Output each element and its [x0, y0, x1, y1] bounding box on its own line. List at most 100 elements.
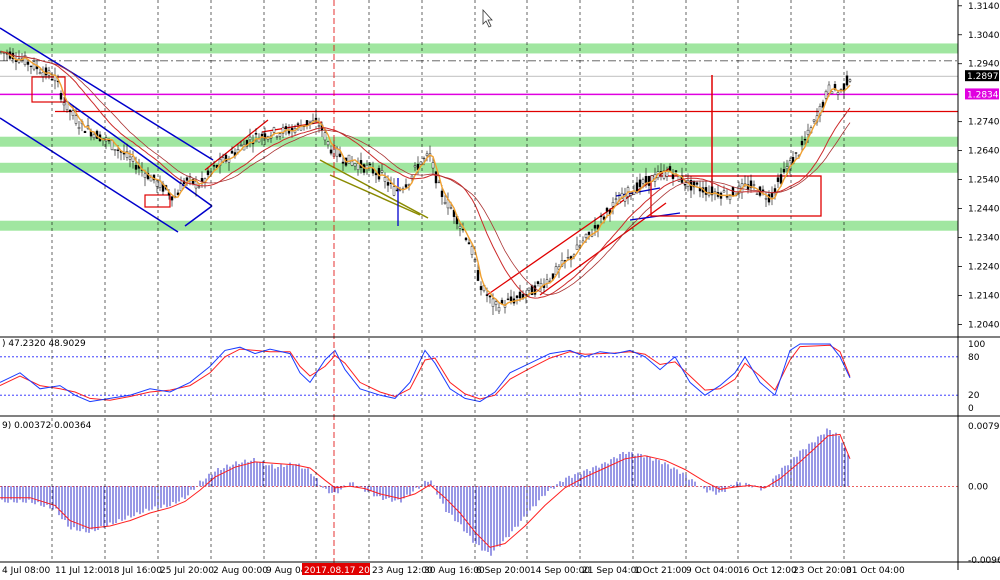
candle-body — [494, 301, 498, 305]
x-tick-label: 9 Oct 04:00 — [686, 566, 739, 576]
candle-body — [14, 60, 18, 62]
candle-body — [197, 186, 201, 188]
y-tick-label: 1.2540 — [968, 176, 1000, 186]
candle-body — [764, 198, 768, 200]
candle-body — [317, 125, 321, 127]
candle-body — [611, 202, 615, 207]
candle-body — [26, 61, 30, 65]
stoch-tick-label: 20 — [968, 391, 980, 401]
candle-body — [470, 246, 474, 255]
candle-body — [296, 123, 300, 125]
candle-body — [779, 174, 783, 184]
candle-body — [329, 149, 333, 154]
forex-chart-window[interactable]: 1.2040 1.2140 1.2240 1.2340 1.2440 1.2540 1.26… — [0, 0, 1000, 580]
candle-body — [305, 120, 309, 126]
candle-body — [518, 291, 522, 299]
x-tick-label: 31 Oct 04:00 — [846, 566, 905, 576]
x-tick-label: 2 Aug 00:00 — [213, 566, 268, 576]
candle-body — [170, 196, 174, 201]
y-tick-label: 1.2140 — [968, 291, 1000, 301]
candle-body — [614, 198, 618, 200]
candle-body — [308, 120, 312, 123]
candle-body — [185, 177, 189, 181]
candle-body — [437, 181, 441, 184]
candle-body — [107, 139, 111, 142]
candle-body — [722, 190, 726, 193]
candle-body — [728, 195, 732, 200]
candle-body — [599, 215, 603, 217]
sr-zone — [0, 43, 958, 54]
candle-body — [38, 72, 42, 74]
candle-body — [287, 130, 291, 134]
candle-body — [449, 207, 453, 209]
candle-body — [695, 182, 699, 185]
candle-body — [209, 171, 213, 173]
y-tick-label: 1.2640 — [968, 147, 1000, 157]
candle-body — [383, 177, 387, 182]
candle-body — [422, 157, 426, 160]
candle-body — [845, 75, 849, 86]
candle-body — [836, 92, 840, 95]
candle-body — [476, 270, 480, 281]
candle-body — [143, 173, 147, 178]
candle-body — [68, 109, 72, 112]
candle-body — [284, 126, 288, 130]
current-price-tag: 1.2897 — [967, 72, 999, 82]
candle-body — [593, 225, 597, 229]
candle-body — [536, 281, 540, 284]
candle-body — [290, 127, 294, 131]
resistance-level-tag: 1.2834 — [967, 90, 999, 100]
y-tick-label: 1.3140 — [968, 2, 1000, 12]
candle-body — [212, 165, 216, 167]
candle-body — [248, 136, 252, 141]
candle-body — [776, 177, 780, 182]
candle-body — [116, 149, 120, 151]
candle-body — [800, 140, 804, 146]
candle-body — [431, 162, 435, 169]
candle-body — [134, 165, 138, 170]
macd-tick-label: -0.00966 — [968, 556, 1000, 566]
candle-body — [410, 175, 414, 179]
x-tick-label: 23 Oct 20:00 — [793, 566, 852, 576]
candle-body — [575, 244, 579, 250]
candle-body — [113, 149, 117, 151]
candle-body — [587, 231, 591, 235]
candle-body — [278, 133, 282, 137]
candle-body — [110, 140, 114, 150]
candle-body — [206, 170, 210, 176]
candle-body — [92, 134, 96, 138]
y-tick-label: 1.2040 — [968, 320, 1000, 330]
candle-body — [479, 286, 483, 291]
y-tick-label: 1.2940 — [968, 60, 1000, 70]
candle-body — [644, 176, 648, 183]
candle-body — [509, 296, 513, 301]
candle-body — [485, 294, 489, 296]
candle-body — [584, 233, 588, 238]
x-tick-label: 4 Jul 08:00 — [2, 566, 51, 576]
macd-tick-label: 0.0079 — [968, 422, 1000, 432]
x-tick-label: 16 Oct 12:00 — [738, 566, 797, 576]
candle-body — [566, 257, 570, 259]
sr-zone — [0, 220, 958, 231]
candle-body — [848, 79, 852, 82]
candle-body — [497, 307, 501, 312]
candle-body — [323, 132, 327, 141]
candle-body — [386, 182, 390, 186]
candle-body — [761, 189, 765, 192]
candle-body — [647, 175, 651, 186]
macd-header: 9) 0.00372 0.00364 — [2, 421, 92, 431]
candle-body — [272, 127, 276, 133]
candle-body — [434, 171, 438, 184]
candle-body — [671, 173, 675, 179]
candle-body — [77, 127, 81, 129]
candle-body — [794, 152, 798, 154]
candle-body — [770, 192, 774, 198]
y-tick-label: 1.2440 — [968, 205, 1000, 215]
x-tick-label: 6 Sep 20:00 — [476, 566, 531, 576]
candle-body — [425, 153, 429, 156]
candle-body — [629, 193, 633, 196]
candle-body — [641, 179, 645, 184]
candle-body — [677, 176, 681, 182]
y-tick-label: 1.2240 — [968, 262, 1000, 272]
candle-body — [638, 179, 642, 188]
